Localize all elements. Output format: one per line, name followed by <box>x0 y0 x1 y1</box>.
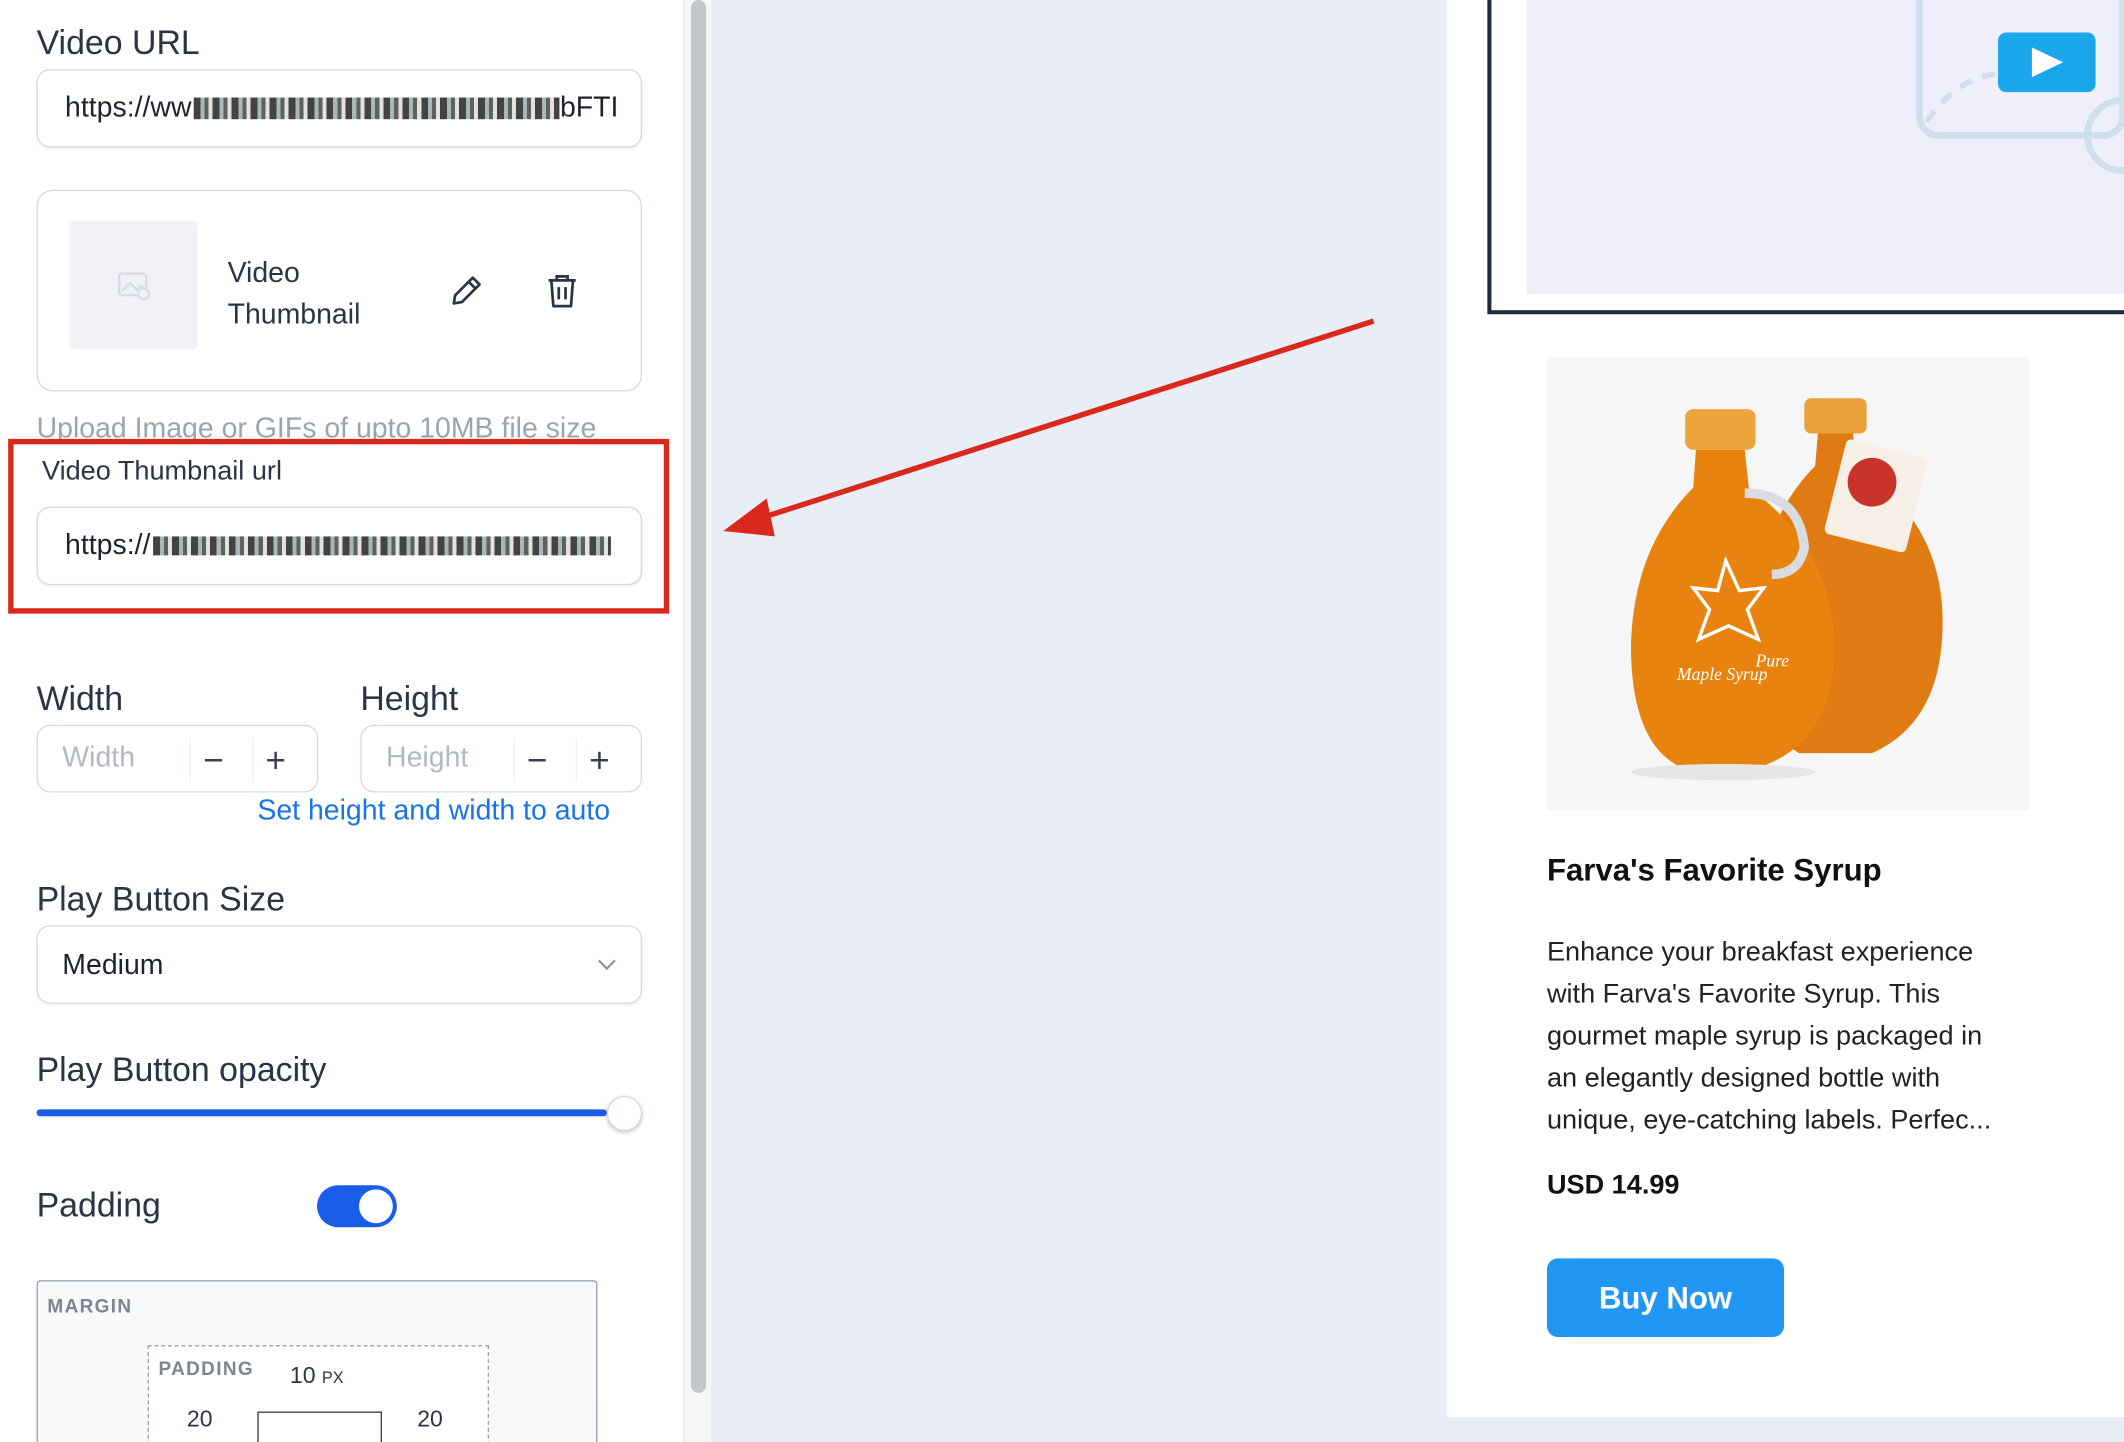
annotation-arrow <box>723 318 1375 537</box>
email-preview: Pure Maple Syrup Farva's Favorite Syrup … <box>0 0 2124 1442</box>
